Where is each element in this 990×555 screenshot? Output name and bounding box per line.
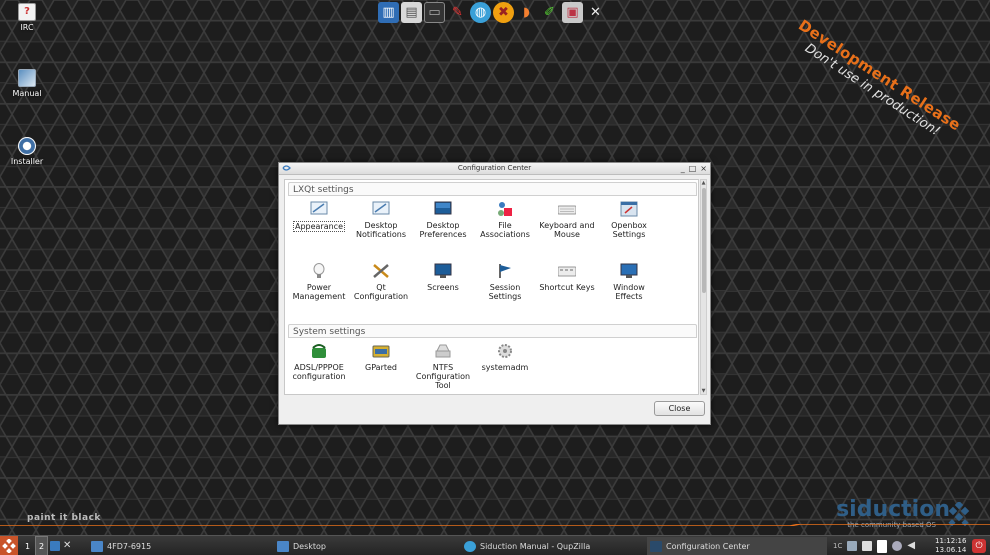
media-player-icon[interactable]: ✖ (493, 2, 514, 23)
ntfs-icon (435, 344, 451, 358)
desktop: ? IRC Manual Installer ▥ ▤ ▭ ✎ ◍ ✖ ◗ ✐ ▣… (0, 0, 990, 535)
settings-item-file-associations[interactable]: File Associations (474, 201, 536, 239)
desktop-icon-label: Installer (10, 157, 44, 166)
appearance-icon (310, 201, 328, 215)
window-effects-icon (620, 263, 638, 278)
browser-icon[interactable]: ◍ (470, 2, 491, 23)
settings-item-desktop-notifications[interactable]: Desktop Notifications (350, 201, 412, 239)
session-icon (499, 264, 511, 278)
task-desktop[interactable]: Desktop (274, 537, 454, 555)
task-configuration-center[interactable]: Configuration Center (647, 537, 827, 555)
blank-app-icon[interactable] (877, 539, 888, 553)
settings-tools-icon[interactable]: ✕ (585, 2, 606, 23)
desktop-icon-manual[interactable]: Manual (0, 69, 54, 98)
tools-icon[interactable]: ✕ (63, 541, 73, 551)
minimize-icon[interactable]: _ (681, 163, 685, 174)
settings-item-qt-configuration[interactable]: Qt Configuration (350, 263, 412, 301)
settings-list-view: LXQt settings Appearance Desktop Notific… (284, 179, 699, 395)
keyboard-icon (557, 205, 577, 215)
terminal-icon[interactable]: ▭ (424, 2, 445, 23)
notes-icon[interactable] (862, 541, 873, 551)
quick-launch-bar: ▥ ▤ ▭ ✎ ◍ ✖ ◗ ✐ ▣ ✕ (378, 2, 606, 24)
section-lxqt-settings: LXQt settings Appearance Desktop Notific… (288, 182, 697, 301)
settings-item-keyboard-mouse[interactable]: Keyboard and Mouse (536, 201, 598, 239)
settings-item-systemadm[interactable]: systemadm (474, 343, 536, 372)
section-header: LXQt settings (288, 182, 697, 196)
desktop-icon-label: Manual (12, 89, 42, 98)
scroll-down-icon[interactable]: ▼ (701, 388, 706, 394)
image-viewer-icon[interactable]: ◗ (516, 2, 537, 23)
browser-icon (464, 540, 476, 552)
text-editor-icon[interactable]: ✎ (447, 2, 468, 23)
settings-item-openbox-settings[interactable]: Openbox Settings (598, 201, 660, 239)
clipboard-icon[interactable] (847, 541, 858, 551)
desktop-icon-irc[interactable]: ? IRC (0, 3, 54, 32)
folder-icon (91, 540, 103, 552)
settings-item-gparted[interactable]: GParted (350, 343, 412, 372)
manual-icon (18, 69, 36, 87)
settings-item-shortcut-keys[interactable]: Shortcut Keys (536, 263, 598, 292)
gparted-icon (372, 345, 390, 358)
vertical-scrollbar[interactable]: ▲ ▼ (700, 179, 707, 395)
desktop-switch-1[interactable]: 1 (21, 536, 34, 555)
screens-icon (434, 263, 452, 278)
volume-icon[interactable]: ◀ (907, 541, 917, 551)
main-menu-button[interactable] (0, 536, 18, 555)
network-icon[interactable] (892, 541, 903, 551)
installer-icon (18, 137, 36, 155)
file-manager-icon[interactable]: ▤ (401, 2, 422, 23)
desktop-switch-2[interactable]: 2 (35, 536, 48, 555)
system-tray: 1C ◀ (833, 536, 917, 555)
app-icon (650, 540, 662, 552)
window-titlebar[interactable]: Configuration Center _ □ × (279, 163, 710, 175)
scroll-up-icon[interactable]: ▲ (701, 180, 706, 186)
close-icon[interactable]: × (700, 163, 707, 174)
desktop-icon-label: IRC (20, 23, 34, 32)
notifications-icon (372, 201, 390, 215)
section-header: System settings (288, 324, 697, 338)
taskbar: 1 2 ✕ 4FD7-6915 Desktop Siduction Manual… (0, 535, 990, 555)
section-system-settings: System settings ADSL/PPPOE configuration… (288, 324, 697, 390)
systemadm-icon (498, 344, 512, 358)
paint-icon[interactable]: ✐ (539, 2, 560, 23)
settings-item-ntfs-config[interactable]: NTFS Configuration Tool (412, 343, 474, 390)
maximize-icon[interactable]: □ (689, 163, 697, 174)
window-title: Configuration Center (457, 164, 532, 172)
desktop-icon-installer[interactable]: Installer (0, 137, 54, 166)
shutdown-button[interactable]: ⏻ (972, 536, 986, 555)
power-icon: ⏻ (972, 539, 986, 553)
tray-label: 1C (833, 542, 843, 550)
power-icon (313, 263, 325, 278)
orange-divider-line (0, 524, 990, 526)
file-assoc-icon (498, 202, 512, 216)
slogan-text: paint it black (27, 513, 101, 523)
shortcut-keys-icon (557, 266, 577, 277)
folder-icon (277, 540, 289, 552)
qt-config-icon (373, 264, 389, 278)
screenshot-icon[interactable]: ▣ (562, 2, 583, 23)
clock-date: 13.06.14 (935, 546, 967, 554)
task-siduction-manual[interactable]: Siduction Manual - QupZilla (461, 537, 641, 555)
settings-item-power-management[interactable]: Power Management (288, 263, 350, 301)
close-button[interactable]: Close (654, 401, 705, 416)
configuration-center-window: Configuration Center _ □ × LXQt settings… (278, 162, 711, 425)
siduction-menu-icon (2, 539, 16, 553)
system-monitor-icon[interactable]: ▥ (378, 2, 399, 23)
settings-item-screens[interactable]: Screens (412, 263, 474, 292)
scrollbar-thumb[interactable] (702, 188, 706, 293)
settings-item-adsl-pppoe[interactable]: ADSL/PPPOE configuration (288, 343, 350, 381)
task-4fd7-6915[interactable]: 4FD7-6915 (88, 537, 268, 555)
clock[interactable]: 11:12:16 13.06.14 (935, 537, 966, 555)
adsl-icon (312, 344, 326, 358)
settings-item-session-settings[interactable]: Session Settings (474, 263, 536, 301)
taskbar-quick-launch: ✕ (50, 536, 73, 555)
settings-item-window-effects[interactable]: Window Effects (598, 263, 660, 301)
settings-item-appearance[interactable]: Appearance (288, 201, 350, 232)
clock-time: 11:12:16 (935, 537, 967, 545)
desktop-prefs-icon (434, 201, 452, 215)
irc-icon: ? (18, 3, 36, 21)
show-desktop-icon[interactable] (50, 541, 60, 551)
openbox-icon (620, 201, 638, 217)
settings-item-desktop-preferences[interactable]: Desktop Preferences (412, 201, 474, 239)
